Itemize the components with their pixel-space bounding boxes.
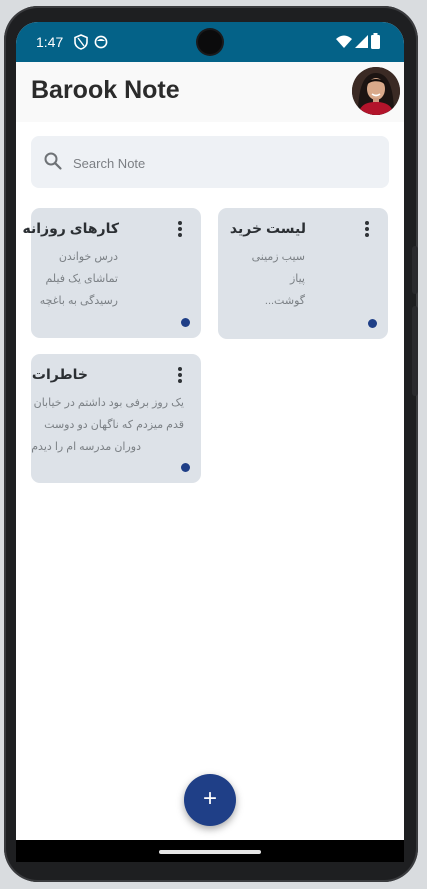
note-color-dot — [368, 319, 377, 328]
note-card[interactable]: کارهای روزانه درس خواندن تماشای یک فیلم … — [22, 208, 201, 338]
note-line: یک روز برفی بود داشتم در خیابان — [33, 397, 184, 409]
note-line: سیب زمینی — [251, 251, 305, 263]
battery-icon — [371, 33, 380, 54]
status-bar: 1:47 — [16, 22, 404, 62]
avatar-image — [352, 67, 400, 115]
note-line: رسیدگی به باغچه — [39, 295, 118, 307]
note-line: پیاز — [289, 273, 305, 285]
more-vert-icon[interactable] — [360, 221, 374, 239]
note-line: تماشای یک فیلم — [45, 273, 118, 285]
profile-avatar[interactable] — [352, 67, 400, 115]
volume-button — [412, 306, 418, 396]
note-line: دوران مدرسه ام را دیدم — [31, 441, 141, 453]
more-vert-icon[interactable] — [173, 367, 187, 385]
note-card[interactable]: خاطرات یک روز برفی بود داشتم در خیابان ق… — [31, 354, 201, 483]
app-bar: Barook Note — [16, 62, 404, 122]
face-icon — [94, 34, 108, 55]
search-input[interactable] — [71, 146, 375, 180]
note-line: قدم میزدم که ناگهان دو دوست — [44, 419, 184, 431]
status-time: 1:47 — [36, 34, 64, 50]
wifi-icon — [336, 35, 352, 53]
more-vert-icon[interactable] — [173, 221, 187, 239]
search-icon — [43, 151, 63, 176]
note-title: کارهای روزانه — [22, 220, 119, 236]
note-color-dot — [181, 463, 190, 472]
navigation-bar — [16, 840, 404, 862]
note-title: خاطرات — [31, 366, 88, 382]
signal-icon — [355, 35, 368, 53]
note-card[interactable]: لیست خرید سیب زمینی پیاز گوشت... — [218, 208, 388, 339]
screen: 1:47 Barook Note Search Note کارهای روزا… — [16, 22, 404, 862]
power-button — [412, 246, 418, 294]
note-title: لیست خرید — [229, 220, 306, 236]
add-note-button[interactable]: + — [184, 774, 236, 826]
search-bar[interactable] — [31, 136, 389, 188]
front-camera — [198, 30, 222, 54]
home-handle[interactable] — [159, 850, 261, 854]
shield-icon — [74, 34, 88, 55]
note-line: گوشت... — [264, 295, 305, 307]
note-color-dot — [181, 318, 190, 327]
app-title: Barook Note — [31, 76, 180, 104]
note-line: درس خواندن — [58, 251, 118, 263]
